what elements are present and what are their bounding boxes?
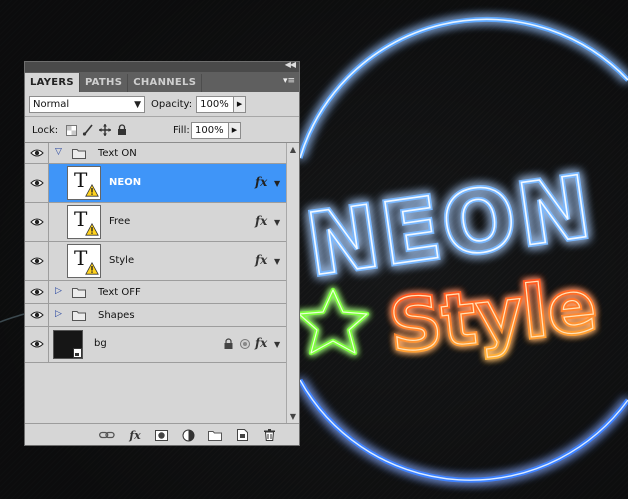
blend-mode-dropdown[interactable]: Normal ▼ bbox=[29, 95, 145, 113]
fill-slider-arrow[interactable]: ▶ bbox=[229, 121, 241, 139]
layer-effects-icon[interactable]: fx bbox=[255, 175, 267, 189]
eye-icon bbox=[30, 257, 44, 265]
add-layer-style-button[interactable]: fx bbox=[127, 428, 143, 442]
layer-row-free[interactable]: T Free fx ▼ bbox=[25, 203, 286, 242]
layer-row-bg[interactable]: bg fx ▼ bbox=[25, 327, 286, 363]
layer-effects-icon[interactable]: fx bbox=[255, 336, 267, 350]
text-layer-thumbnail: T bbox=[67, 205, 101, 239]
group-collapsed-arrow-icon[interactable]: ▷ bbox=[55, 309, 62, 319]
lock-all-icon[interactable] bbox=[115, 123, 129, 137]
blend-opacity-row: Normal ▼ Opacity: 100% ▶ bbox=[25, 92, 299, 116]
group-collapsed-arrow-icon[interactable]: ▷ bbox=[55, 286, 62, 296]
layer-lock-icon bbox=[224, 338, 233, 349]
layer-name: NEON bbox=[109, 177, 142, 188]
layer-name: Style bbox=[109, 255, 135, 266]
scroll-up-arrow-icon[interactable]: ▲ bbox=[287, 145, 299, 157]
fill-field[interactable]: 100% bbox=[191, 121, 229, 139]
text-layer-thumbnail: T bbox=[67, 244, 101, 278]
eye-icon bbox=[30, 179, 44, 187]
layer-row-shapes-group[interactable]: ▷ Shapes bbox=[25, 304, 286, 327]
link-layers-icon[interactable] bbox=[99, 428, 115, 442]
layers-panel-footer: fx bbox=[25, 423, 299, 445]
eye-icon bbox=[30, 218, 44, 226]
opacity-field[interactable]: 100% bbox=[196, 95, 235, 113]
group-expanded-arrow-icon[interactable]: ▽ bbox=[55, 147, 62, 157]
lock-fill-row: Lock: Fill: 100% ▶ bbox=[25, 117, 299, 143]
panel-tabbar: LAYERS PATHS CHANNELS ▾≡ bbox=[25, 72, 299, 92]
layer-row-neon[interactable]: T NEON fx ▼ bbox=[25, 164, 286, 203]
opacity-slider-arrow[interactable]: ▶ bbox=[234, 95, 247, 113]
layers-list: ▽ Text ON T NEON fx ▼ T Free fx ▼ T Styl… bbox=[25, 143, 286, 426]
layer-mask-link-icon bbox=[240, 339, 250, 349]
blend-mode-value: Normal bbox=[33, 98, 70, 110]
tab-paths[interactable]: PATHS bbox=[80, 74, 129, 92]
folder-icon bbox=[72, 149, 86, 159]
expand-effects-arrow-icon[interactable]: ▼ bbox=[274, 218, 280, 227]
eye-icon bbox=[30, 311, 44, 319]
text-layer-thumbnail: T bbox=[67, 166, 101, 200]
layer-row-text-on-group[interactable]: ▽ Text ON bbox=[25, 143, 286, 164]
lock-label: Lock: bbox=[32, 124, 59, 136]
opacity-label: Opacity: bbox=[151, 98, 193, 110]
layer-name: Text OFF bbox=[98, 287, 141, 298]
fill-control: 100% ▶ bbox=[191, 121, 241, 139]
layers-scrollbar[interactable]: ▲ ▼ bbox=[286, 143, 299, 426]
layers-list-area: ▽ Text ON T NEON fx ▼ T Free fx ▼ T Styl… bbox=[25, 142, 299, 426]
tab-channels[interactable]: CHANNELS bbox=[128, 74, 203, 92]
visibility-toggle[interactable] bbox=[25, 203, 49, 241]
chevron-down-icon: ▼ bbox=[134, 99, 141, 110]
add-layer-mask-icon[interactable] bbox=[153, 428, 169, 442]
smart-object-icon bbox=[73, 348, 82, 358]
bg-layer-thumbnail bbox=[53, 330, 83, 359]
eye-icon bbox=[30, 149, 44, 157]
delete-layer-icon[interactable] bbox=[261, 428, 277, 442]
layer-name: Text ON bbox=[98, 148, 137, 159]
expand-effects-arrow-icon[interactable]: ▼ bbox=[274, 340, 280, 349]
layer-name: bg bbox=[94, 338, 107, 349]
folder-icon bbox=[72, 311, 86, 321]
fill-label: Fill: bbox=[173, 124, 190, 136]
layer-name: Free bbox=[109, 216, 131, 227]
panel-titlebar[interactable]: ◀◀ bbox=[25, 60, 299, 72]
warning-icon bbox=[85, 262, 99, 275]
visibility-toggle[interactable] bbox=[25, 327, 49, 362]
layer-row-style[interactable]: T Style fx ▼ bbox=[25, 242, 286, 281]
expand-effects-arrow-icon[interactable]: ▼ bbox=[274, 179, 280, 188]
expand-effects-arrow-icon[interactable]: ▼ bbox=[274, 257, 280, 266]
eye-icon bbox=[30, 288, 44, 296]
layers-panel: ◀◀ LAYERS PATHS CHANNELS ▾≡ Normal ▼ Opa… bbox=[24, 60, 300, 446]
adjustment-layer-icon[interactable] bbox=[180, 428, 196, 442]
eye-icon bbox=[30, 340, 44, 348]
lock-image-pixels-icon[interactable] bbox=[81, 123, 95, 137]
visibility-toggle[interactable] bbox=[25, 143, 49, 163]
layer-effects-icon[interactable]: fx bbox=[255, 253, 267, 267]
tab-layers[interactable]: LAYERS bbox=[25, 73, 80, 92]
layer-name: Shapes bbox=[98, 310, 135, 321]
lock-position-icon[interactable] bbox=[98, 123, 112, 137]
warning-icon bbox=[85, 223, 99, 236]
collapse-panel-icon[interactable]: ◀◀ bbox=[285, 60, 296, 69]
lock-transparent-pixels-icon[interactable] bbox=[64, 123, 78, 137]
new-group-icon[interactable] bbox=[207, 428, 223, 442]
warning-icon bbox=[85, 184, 99, 197]
panel-menu-icon[interactable]: ▾≡ bbox=[283, 76, 295, 86]
visibility-toggle[interactable] bbox=[25, 304, 49, 326]
layer-row-text-off-group[interactable]: ▷ Text OFF bbox=[25, 281, 286, 304]
folder-icon bbox=[72, 288, 86, 298]
visibility-toggle[interactable] bbox=[25, 164, 49, 202]
new-layer-icon[interactable] bbox=[234, 428, 250, 442]
visibility-toggle[interactable] bbox=[25, 281, 49, 303]
visibility-toggle[interactable] bbox=[25, 242, 49, 280]
layer-effects-icon[interactable]: fx bbox=[255, 214, 267, 228]
